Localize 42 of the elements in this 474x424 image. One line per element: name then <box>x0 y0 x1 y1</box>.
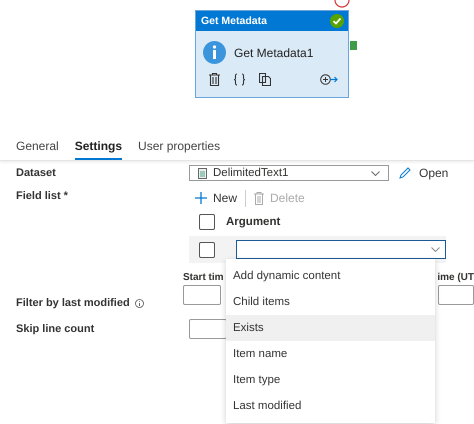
argument-dropdown[interactable] <box>236 240 446 259</box>
field-label: Skip line count <box>16 323 96 335</box>
column-header: Argument <box>226 216 280 228</box>
start-time-field[interactable] <box>183 285 221 305</box>
dropdown-option[interactable]: Exists <box>226 315 435 341</box>
tab[interactable]: User properties <box>138 138 220 160</box>
activity-type: Get Metadata <box>201 15 267 27</box>
code-icon[interactable] <box>233 73 246 86</box>
plus-icon <box>195 192 207 204</box>
dataset-value: DelimitedText1 <box>213 167 290 179</box>
end-time-field[interactable] <box>438 285 474 305</box>
pencil-icon <box>399 167 411 179</box>
copy-icon[interactable] <box>259 73 271 86</box>
dataset-icon <box>198 168 207 178</box>
tab[interactable]: Settings <box>74 138 122 160</box>
field-label: Filter by last modified <box>16 297 130 309</box>
info-icon <box>203 41 226 64</box>
dataset-dropdown[interactable]: DelimitedText1 <box>189 165 389 181</box>
tab[interactable]: General <box>16 138 59 160</box>
dropdown-option[interactable]: Child items <box>226 289 435 315</box>
dropdown-option[interactable]: Last modified <box>226 393 435 419</box>
chevron-icon <box>431 247 440 252</box>
chevron-icon <box>371 170 380 176</box>
field-label: Field list * <box>16 190 69 202</box>
delete-icon[interactable] <box>209 73 220 86</box>
dropdown-option[interactable]: Item name <box>226 341 435 367</box>
skip-line-count-field[interactable] <box>189 319 227 339</box>
new-button[interactable]: New <box>195 191 238 205</box>
row-checkbox[interactable] <box>199 242 215 258</box>
activity-card[interactable]: Get Metadata Get Metadata1 <box>195 10 349 98</box>
dropdown-option[interactable]: Item type <box>226 367 435 393</box>
activity-name: Get Metadata1 <box>234 46 314 60</box>
field-label: Dataset <box>16 167 57 179</box>
info-icon <box>134 299 144 308</box>
status-ring-icon <box>334 0 350 8</box>
dropdown-option[interactable]: Add dynamic content <box>226 263 435 289</box>
open-link[interactable]: Open <box>399 166 448 180</box>
start-time-label: Start tim <box>183 272 224 283</box>
end-time-label: ime (UT <box>437 272 474 283</box>
add-output-icon[interactable] <box>320 74 338 85</box>
trash-icon <box>254 192 264 204</box>
select-all-checkbox[interactable] <box>199 214 215 230</box>
